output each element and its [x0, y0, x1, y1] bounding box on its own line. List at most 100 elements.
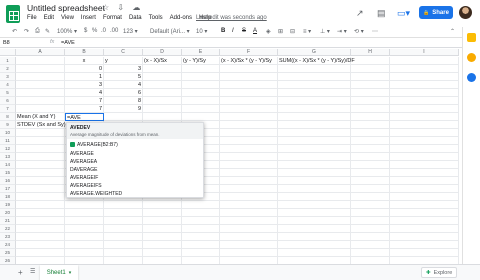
increase-decimal-button[interactable]: .00 [110, 28, 118, 34]
grid-cell[interactable] [16, 249, 65, 257]
grid-cell[interactable] [16, 241, 65, 249]
grid-cell[interactable] [104, 201, 143, 209]
grid-cell[interactable] [220, 233, 278, 241]
row-header[interactable]: 2 [0, 65, 16, 73]
column-header-d[interactable]: D [143, 49, 182, 56]
grid-cell[interactable] [351, 161, 390, 169]
grid-cell[interactable] [390, 241, 459, 249]
row-header[interactable]: 20 [0, 209, 16, 217]
grid-cell[interactable] [390, 73, 459, 81]
grid-cell[interactable] [182, 113, 220, 121]
menu-edit[interactable]: Edit [44, 15, 54, 21]
grid-cell[interactable] [278, 209, 351, 217]
more-options-icon[interactable]: ⋯ [372, 28, 378, 35]
row-header[interactable]: 6 [0, 97, 16, 105]
grid-cell[interactable] [104, 249, 143, 257]
grid-cell[interactable] [65, 249, 104, 257]
name-box[interactable]: B8 [3, 40, 10, 46]
grid-cell[interactable] [182, 105, 220, 113]
grid-cell[interactable] [351, 137, 390, 145]
grid-cell[interactable] [16, 137, 65, 145]
cell-a8[interactable]: Mean (X and Y) [16, 113, 65, 121]
grid-cell[interactable] [182, 201, 220, 209]
grid-cell[interactable] [143, 201, 182, 209]
decrease-decimal-button[interactable]: .0 [101, 28, 106, 34]
autocomplete-item[interactable]: AVERAGE.WEIGHTED [70, 191, 122, 197]
menu-tools[interactable]: Tools [149, 15, 163, 21]
grid-cell[interactable] [351, 65, 390, 73]
grid-cell[interactable] [390, 161, 459, 169]
grid-cell[interactable] [390, 89, 459, 97]
currency-button[interactable]: $ [84, 28, 87, 34]
grid-cell[interactable] [390, 201, 459, 209]
font-family-select[interactable]: Default (Ari... ▾ [150, 28, 190, 35]
grid-cell[interactable] [278, 169, 351, 177]
grid-cell[interactable] [278, 81, 351, 89]
grid-cell[interactable] [351, 97, 390, 105]
grid-cell[interactable] [351, 57, 390, 65]
grid-cell[interactable] [351, 185, 390, 193]
cell-c7[interactable]: 9 [104, 105, 143, 113]
grid-cell[interactable] [220, 65, 278, 73]
number-format-select[interactable]: 123 ▾ [123, 28, 138, 35]
grid-cell[interactable] [278, 233, 351, 241]
grid-cell[interactable] [390, 65, 459, 73]
grid-cell[interactable] [390, 105, 459, 113]
grid-cell[interactable] [16, 193, 65, 201]
row-header[interactable]: 21 [0, 217, 16, 225]
grid-cell[interactable] [390, 145, 459, 153]
grid-cell[interactable] [390, 185, 459, 193]
grid-cell[interactable] [278, 217, 351, 225]
grid-cell[interactable] [16, 65, 65, 73]
grid-cell[interactable] [351, 177, 390, 185]
comments-icon[interactable]: ▤ [377, 8, 386, 19]
cell-b8-editing[interactable]: =AVE [65, 113, 104, 121]
grid-cell[interactable] [143, 241, 182, 249]
grid-cell[interactable] [278, 249, 351, 257]
grid-cell[interactable] [104, 233, 143, 241]
autocomplete-item[interactable]: AVERAGEIFS [70, 183, 102, 189]
add-sheet-icon[interactable]: + [18, 268, 23, 277]
column-header-h[interactable]: H [351, 49, 390, 56]
text-rotation-select[interactable]: ⟲ ▾ [354, 28, 364, 35]
grid-cell[interactable] [278, 257, 351, 264]
grid-cell[interactable] [278, 73, 351, 81]
grid-cell[interactable] [351, 81, 390, 89]
select-all-corner[interactable] [0, 49, 16, 56]
grid-cell[interactable] [220, 121, 278, 129]
vertical-align-select[interactable]: ⊥ ▾ [320, 28, 330, 35]
sheet-tab-sheet1[interactable]: Sheet1 ▾ [40, 265, 78, 280]
grid-cell[interactable] [65, 233, 104, 241]
grid-cell[interactable] [278, 241, 351, 249]
grid-cell[interactable] [351, 89, 390, 97]
menu-addons[interactable]: Add-ons [170, 15, 192, 21]
row-header[interactable]: 4 [0, 81, 16, 89]
column-header-c[interactable]: C [104, 49, 143, 56]
grid-cell[interactable] [278, 129, 351, 137]
grid-cell[interactable] [351, 121, 390, 129]
grid-cell[interactable] [220, 217, 278, 225]
column-header-i[interactable]: I [390, 49, 459, 56]
row-header[interactable]: 3 [0, 73, 16, 81]
grid-cell[interactable] [143, 113, 182, 121]
grid-cell[interactable] [182, 89, 220, 97]
grid-cell[interactable] [104, 257, 143, 264]
grid-cell[interactable] [143, 65, 182, 73]
cell-a9[interactable]: STDEV (Sx and Sy) [16, 121, 66, 129]
grid-cell[interactable] [143, 225, 182, 233]
row-header[interactable]: 19 [0, 201, 16, 209]
grid-cell[interactable] [104, 217, 143, 225]
grid-cell[interactable] [182, 233, 220, 241]
grid-cell[interactable] [16, 185, 65, 193]
grid-cell[interactable] [16, 257, 65, 264]
grid-cell[interactable] [390, 121, 459, 129]
autocomplete-item[interactable]: DAVERAGE [70, 167, 97, 173]
grid-cell[interactable] [278, 145, 351, 153]
row-header[interactable]: 18 [0, 193, 16, 201]
column-header-b[interactable]: B [65, 49, 104, 56]
redo-icon[interactable]: ↷ [24, 28, 29, 35]
grid-cell[interactable] [65, 201, 104, 209]
grid-cell[interactable] [278, 137, 351, 145]
cell-d1[interactable]: (x - X)/Sx [143, 57, 182, 65]
grid-cell[interactable] [16, 57, 65, 65]
